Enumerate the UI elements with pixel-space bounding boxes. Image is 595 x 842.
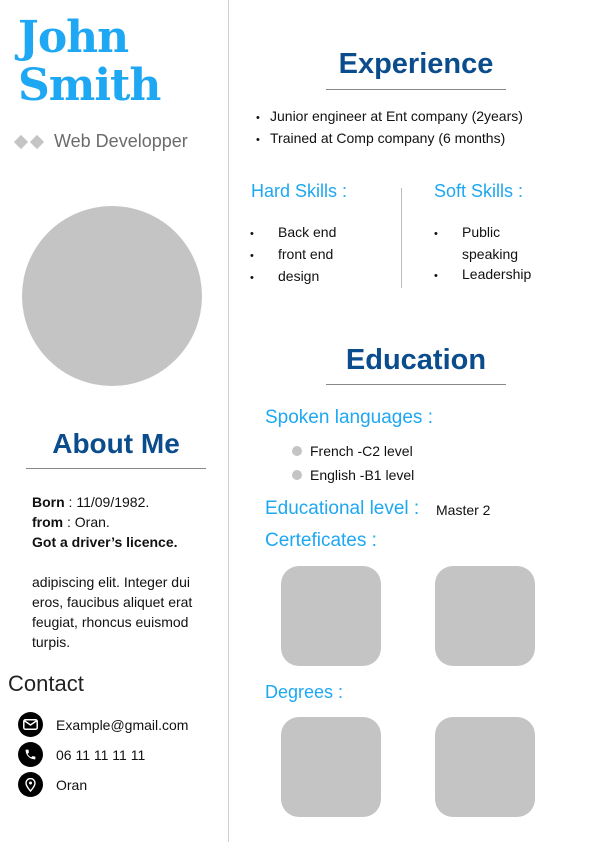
education-divider (326, 384, 506, 385)
about-paragraph: adipiscing elit. Integer dui eros, fauci… (32, 574, 193, 650)
bullet-dot-icon (292, 446, 302, 456)
about-details: Born : 11/09/1982. from : Oran. Got a dr… (32, 492, 178, 552)
about-divider (26, 468, 206, 469)
hard-skills-list: Back end front end design (264, 222, 336, 288)
diamond-icon (29, 134, 45, 149)
last-name: Smith (18, 60, 161, 111)
column-divider (228, 0, 229, 842)
contact-title: Contact (8, 671, 84, 696)
degree-placeholder (281, 717, 381, 817)
role-row: Web Developper (13, 131, 188, 152)
list-item: Junior engineer at Ent company (2years) (256, 106, 523, 128)
left-column: John Smith Web Developper About Me Born … (0, 0, 228, 842)
licence-line: Got a driver’s licence. (32, 534, 178, 550)
certificate-placeholder (435, 566, 535, 666)
education-title: Education (345, 344, 487, 376)
first-name: John (18, 12, 129, 63)
contact-phone: 06 11 11 11 11 (18, 742, 145, 767)
contact-location: Oran (18, 772, 87, 797)
skills-divider (401, 188, 402, 288)
phone-icon (18, 742, 43, 767)
hard-skills-title: Hard Skills : (251, 181, 348, 201)
job-title: Web Developper (54, 131, 188, 151)
degree-placeholder (435, 717, 535, 817)
language-item: French -C2 level (292, 443, 413, 459)
full-name: John Smith (18, 12, 161, 111)
email-icon (18, 712, 43, 737)
about-title: About Me (52, 428, 180, 459)
certificate-placeholder (281, 566, 381, 666)
bullet-dot-icon (292, 470, 302, 480)
list-item: Leadership (448, 264, 548, 286)
certificates-title: Certeficates : (265, 530, 377, 551)
educational-level-value: Master 2 (436, 502, 491, 518)
location-icon (18, 772, 43, 797)
list-item: Back end (264, 222, 336, 244)
language-item: English -B1 level (292, 467, 414, 483)
location-text: Oran (56, 776, 88, 793)
experience-list: Junior engineer at Ent company (2years) … (256, 106, 523, 150)
experience-divider (326, 89, 506, 90)
degrees-title: Degrees : (265, 682, 344, 702)
list-item: front end (264, 244, 336, 266)
diamond-icon (13, 134, 29, 149)
educational-level-title: Educational level : (265, 498, 420, 519)
list-item: design (264, 266, 336, 288)
email-text: Example@gmail.com (56, 716, 189, 733)
languages-title: Spoken languages : (265, 407, 433, 428)
experience-title: Experience (338, 48, 494, 80)
profile-photo-placeholder (22, 206, 202, 386)
born-line: Born : 11/09/1982. (32, 494, 150, 510)
list-item: Public speaking (448, 222, 548, 264)
language-text: English -B1 level (310, 467, 415, 483)
contact-email: Example@gmail.com (18, 712, 188, 737)
phone-text: 06 11 11 11 11 (56, 746, 146, 763)
language-text: French -C2 level (310, 443, 413, 459)
soft-skills-title: Soft Skills : (434, 181, 524, 201)
list-item: Trained at Comp company (6 months) (256, 128, 523, 150)
from-line: from : Oran. (32, 514, 110, 530)
soft-skills-list: Public speaking Leadership (448, 222, 548, 286)
